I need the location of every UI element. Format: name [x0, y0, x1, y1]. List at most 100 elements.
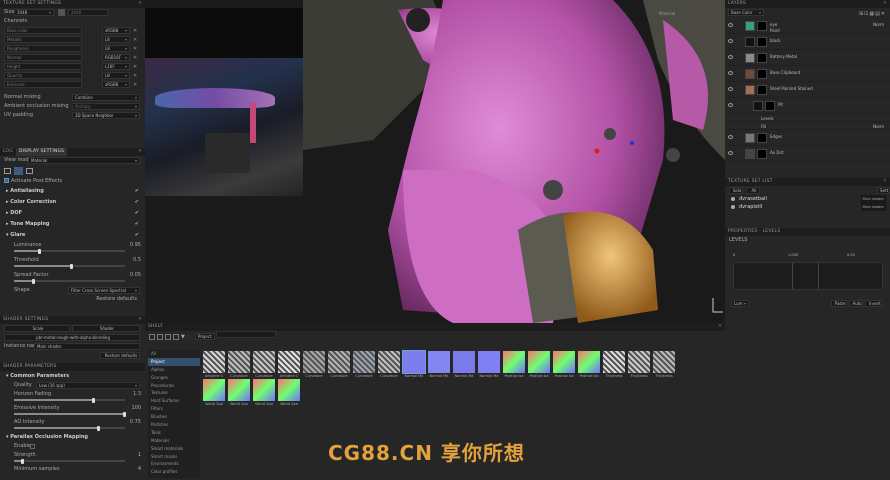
visibility-icon[interactable] — [728, 71, 733, 75]
shelf-tile[interactable] — [278, 351, 300, 373]
scale-button[interactable]: Scale — [4, 325, 70, 332]
shelf-tile[interactable] — [453, 351, 475, 373]
channel-format[interactable]: sRGB8 — [102, 81, 130, 88]
export-icon[interactable] — [173, 333, 179, 340]
layer-item[interactable]: Ao Dirt — [725, 146, 890, 162]
layer-item[interactable]: eye Paint Norm — [725, 18, 890, 34]
size-field[interactable]: 2048 — [68, 9, 108, 16]
channel-format[interactable]: sRGB8 — [102, 27, 130, 34]
pom-section[interactable]: ▾ Parallax Occlusion Mapping — [0, 432, 145, 442]
instance-field[interactable]: Main shader — [34, 343, 140, 350]
restore-defaults-button[interactable]: Restore defaults — [0, 295, 145, 304]
checkmark-icon[interactable]: ✔ — [135, 208, 139, 219]
shader-name-field[interactable]: pbr-metal-rough-with-alpha-blending — [4, 334, 140, 341]
shelf-category[interactable]: Project — [148, 357, 200, 366]
slider-knob[interactable] — [122, 411, 126, 417]
effect-section[interactable]: ▾ Glare ✔ — [0, 230, 145, 241]
shelf-category[interactable]: Brushes — [148, 413, 200, 421]
effect-section[interactable]: ▸ Color Correction ✔ — [0, 197, 145, 208]
shelf-tile[interactable] — [628, 351, 650, 373]
shelf-tile[interactable] — [203, 379, 225, 401]
checkmark-icon[interactable]: ✔ — [135, 219, 139, 230]
close-icon[interactable]: ✕ — [138, 0, 142, 8]
effect-section[interactable]: ▸ Antialiasing ✔ — [0, 186, 145, 197]
lock-icon[interactable] — [58, 9, 65, 16]
shelf-tile[interactable] — [228, 351, 250, 373]
checkmark-icon[interactable]: ✔ — [135, 186, 139, 197]
shelf-tile[interactable] — [553, 351, 575, 373]
settings-button[interactable]: Sett — [877, 187, 890, 194]
levels-channel-select[interactable]: Lum — [731, 300, 749, 307]
shelf-tile[interactable] — [353, 351, 375, 373]
texture-set-item[interactable]: dvrasetball Main shader — [725, 195, 890, 203]
slider-knob[interactable] — [38, 248, 42, 254]
shape-select[interactable]: Filter Cross Screen Spectral — [68, 287, 140, 294]
common-params-section[interactable]: ▾ Common Parameters — [0, 371, 145, 381]
shelf-tile[interactable] — [328, 351, 350, 373]
shelf-category[interactable]: Materials — [148, 437, 200, 445]
view-mode-select[interactable]: Material — [28, 157, 140, 164]
levels-histogram[interactable] — [733, 262, 883, 290]
tab-log[interactable]: LOG — [0, 148, 16, 156]
effect-section[interactable]: ▸ Tone Mapping ✔ — [0, 219, 145, 230]
slider-knob[interactable] — [20, 458, 24, 464]
channel-name[interactable]: Normal — [4, 54, 82, 61]
shelf-category[interactable]: Smart masks — [148, 453, 200, 461]
texture-2d-view[interactable] — [145, 8, 303, 196]
import-icon[interactable] — [165, 333, 171, 340]
visibility-icon[interactable] — [728, 39, 733, 43]
slider-knob[interactable] — [97, 425, 101, 431]
layer-item[interactable]: Edges — [725, 130, 890, 146]
channel-format[interactable]: L8 — [102, 36, 130, 43]
shader-button[interactable]: Shader — [72, 325, 140, 332]
shelf-tile[interactable] — [603, 351, 625, 373]
visibility-icon[interactable] — [728, 103, 733, 107]
shelf-tile[interactable] — [528, 351, 550, 373]
filter-icon[interactable]: ▼ — [181, 334, 185, 340]
filter-tag[interactable]: Project — [194, 333, 215, 340]
shelf-category[interactable]: Smart materials — [148, 445, 200, 453]
horizon-slider[interactable] — [14, 397, 125, 403]
folder-icon[interactable] — [149, 333, 155, 340]
channel-format[interactable]: L8 — [102, 72, 130, 79]
slider-knob[interactable] — [69, 263, 73, 269]
shelf-tile[interactable] — [653, 351, 675, 373]
image-icon[interactable] — [4, 168, 11, 174]
environment-icon[interactable] — [14, 167, 23, 175]
shader-select[interactable]: Main shader — [860, 195, 886, 203]
viewport-mode-select[interactable]: Material — [659, 10, 699, 17]
channel-name[interactable]: Opacity — [4, 72, 82, 79]
shelf-category[interactable]: Textures — [148, 389, 200, 397]
grid-icon[interactable] — [157, 333, 163, 340]
3d-viewport[interactable]: Material — [303, 0, 725, 323]
shelf-tile[interactable] — [503, 351, 525, 373]
texture-set-item[interactable]: dvrapistil Main shader — [725, 203, 890, 211]
shelf-tile[interactable] — [402, 350, 426, 374]
shelf-tile[interactable] — [478, 351, 500, 373]
shelf-tile[interactable] — [228, 379, 250, 401]
close-icon[interactable]: ✕ — [138, 148, 142, 156]
layer-item[interactable]: Fill Norm — [725, 122, 890, 130]
layer-item[interactable]: Levels — [725, 114, 890, 122]
blend-mode[interactable]: Norm — [873, 22, 884, 27]
shelf-category[interactable]: Tools — [148, 429, 200, 437]
shelf-category[interactable]: Grunges — [148, 374, 200, 382]
channel-format[interactable]: L16F — [102, 63, 130, 70]
emissive-slider[interactable] — [14, 411, 126, 417]
remove-icon[interactable]: ✕ — [133, 81, 137, 90]
uv-padding-select[interactable]: 3D Space Neighbor — [72, 112, 140, 119]
shader-restore-button[interactable]: Restore defaults — [100, 352, 140, 359]
blend-mode[interactable]: Norm — [873, 124, 884, 129]
channel-name[interactable]: Height — [4, 63, 82, 70]
search-input[interactable] — [216, 331, 277, 338]
threshold-slider[interactable] — [14, 263, 125, 269]
shelf-tile[interactable] — [253, 351, 275, 373]
channel-select[interactable]: Base Color — [728, 9, 764, 16]
slider-knob[interactable] — [91, 397, 95, 403]
normal-mixing-select[interactable]: Combine — [72, 94, 140, 101]
radio-icon[interactable] — [731, 197, 735, 201]
visibility-icon[interactable] — [728, 23, 733, 27]
channel-name[interactable]: Metallic — [4, 36, 82, 43]
channel-format[interactable]: RGB16F — [102, 54, 130, 61]
luminance-slider[interactable] — [14, 248, 125, 254]
